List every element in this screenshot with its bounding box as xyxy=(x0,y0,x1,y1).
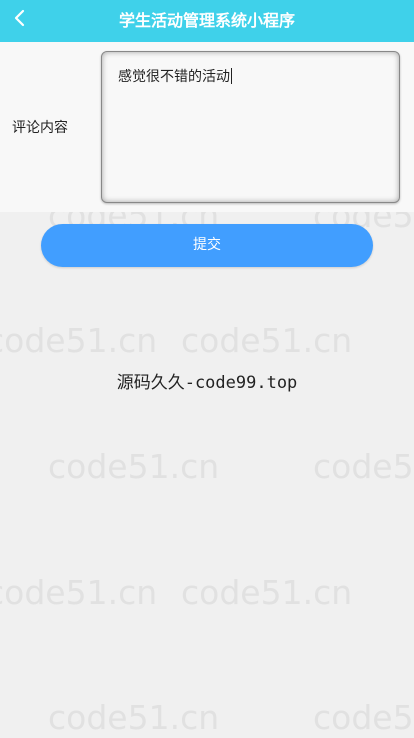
comment-text: 感觉很不错的活动 xyxy=(118,69,230,85)
chevron-left-icon xyxy=(13,9,27,31)
watermark: code51.cn xyxy=(0,573,158,612)
submit-button[interactable]: 提交 xyxy=(41,224,373,267)
page-title: 学生活动管理系统小程序 xyxy=(118,11,295,30)
watermark: code51.cn xyxy=(313,447,414,486)
comment-form: 评论内容 感觉很不错的活动 xyxy=(0,42,414,212)
watermark: code51.cn xyxy=(0,321,158,360)
watermark: code51.cn xyxy=(181,573,353,612)
comment-label: 评论内容 xyxy=(12,120,68,136)
source-credit-text: 源码久久-code99.top xyxy=(116,373,298,393)
watermark: code51.cn xyxy=(48,698,220,737)
nav-bar: 学生活动管理系统小程序 xyxy=(0,0,414,42)
comment-textarea[interactable]: 感觉很不错的活动 xyxy=(101,51,400,203)
back-button[interactable] xyxy=(6,6,34,34)
watermark: code51.cn xyxy=(48,447,220,486)
watermark: code51.cn xyxy=(181,321,353,360)
text-caret xyxy=(231,68,232,84)
watermark: code51.cn xyxy=(313,698,414,737)
